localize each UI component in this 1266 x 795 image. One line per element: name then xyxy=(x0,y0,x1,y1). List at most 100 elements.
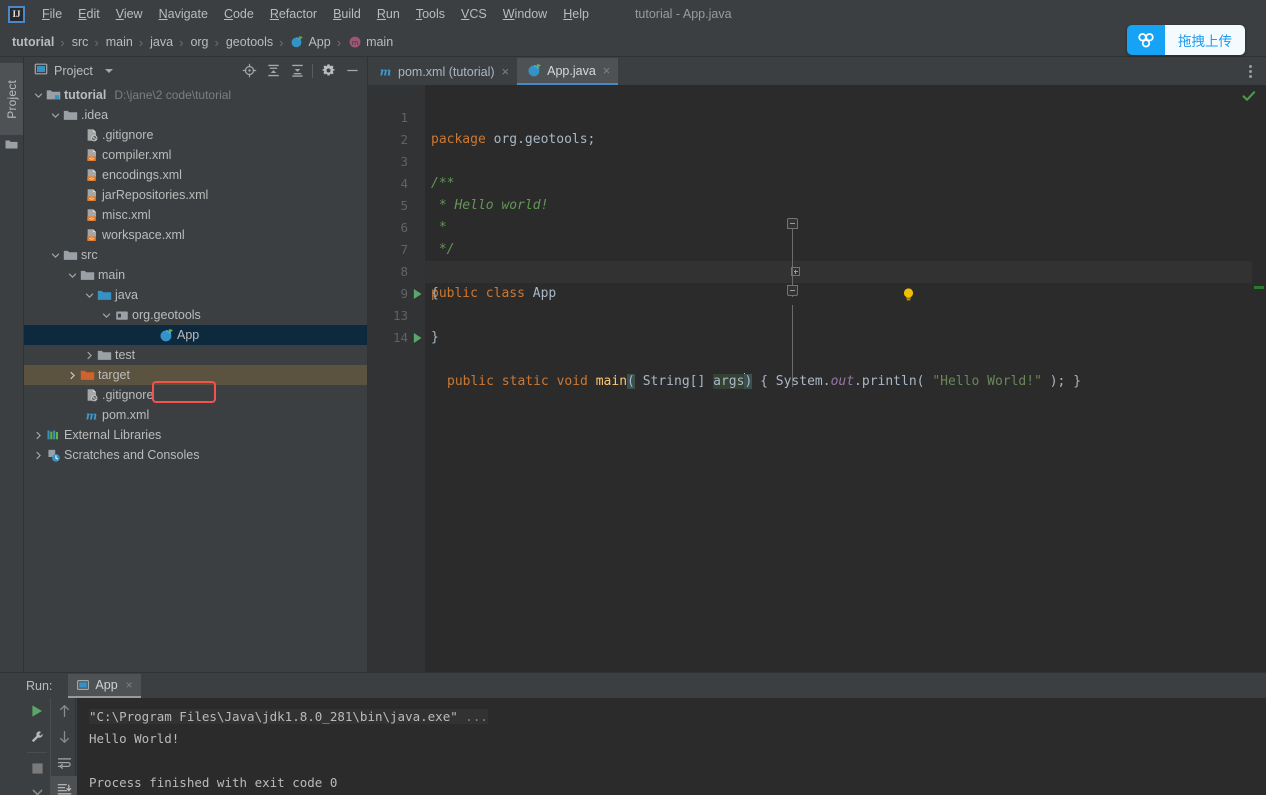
settings-gear-icon[interactable] xyxy=(316,59,340,83)
tree-node-misc-xml[interactable]: <> misc.xml xyxy=(24,205,368,225)
rerun-icon[interactable] xyxy=(24,698,50,724)
chevron-right-icon[interactable] xyxy=(32,445,45,465)
menu-code[interactable]: Code xyxy=(216,4,262,24)
settings-wrench-icon[interactable] xyxy=(24,724,50,750)
breadcrumb-geotools[interactable]: geotools xyxy=(224,33,274,51)
line-number: 14 xyxy=(392,330,408,345)
project-tool-window: Project tutorial D:\jane\2 code\tutorial… xyxy=(24,57,368,672)
excluded-folder-icon xyxy=(79,365,96,385)
editor-tab-app-java[interactable]: App.java × xyxy=(517,58,619,85)
tree-node-app[interactable]: App xyxy=(24,325,368,345)
project-root-icon xyxy=(45,85,62,105)
chevron-down-icon[interactable] xyxy=(49,245,62,265)
tree-node-external-libraries[interactable]: External Libraries xyxy=(24,425,368,445)
tree-node-pom-xml[interactable]: m pom.xml xyxy=(24,405,368,425)
code-line-7: 7 public class App xyxy=(368,217,1266,301)
menu-edit[interactable]: Edit xyxy=(70,4,108,24)
chevron-down-icon[interactable] xyxy=(49,105,62,125)
tree-node-encodings-xml[interactable]: <> encodings.xml xyxy=(24,165,368,185)
run-panel-label: Run: xyxy=(26,678,53,693)
tree-node-workspace-xml[interactable]: <> workspace.xml xyxy=(24,225,368,245)
menu-tools[interactable]: Tools xyxy=(408,4,453,24)
menu-file[interactable]: File xyxy=(34,4,70,24)
breadcrumb-label: org xyxy=(190,35,209,49)
breadcrumb-src[interactable]: src xyxy=(70,33,90,51)
tree-node-label: encodings.xml xyxy=(102,168,182,182)
select-opened-file-icon[interactable] xyxy=(237,59,261,83)
console-command-line: "C:\Program Files\Java\jdk1.8.0_281\bin\… xyxy=(89,706,1266,728)
breadcrumb-org[interactable]: org xyxy=(188,33,209,51)
fold-expand-icon[interactable] xyxy=(791,267,800,276)
tree-node-compiler-xml[interactable]: <> compiler.xml xyxy=(24,145,368,165)
chevron-right-icon[interactable] xyxy=(83,345,96,365)
param-type: String[] xyxy=(642,374,706,389)
code-line-14: 14 xyxy=(368,305,1266,345)
tree-node-main[interactable]: main xyxy=(24,265,368,285)
menu-refactor[interactable]: Refactor xyxy=(262,4,325,24)
inspection-ok-check-icon[interactable] xyxy=(1242,89,1256,103)
intention-bulb-icon[interactable] xyxy=(808,265,914,301)
tree-node-tutorial[interactable]: tutorial D:\jane\2 code\tutorial xyxy=(24,85,368,105)
breadcrumb-main[interactable]: main xyxy=(104,33,134,51)
scroll-to-end-icon[interactable] xyxy=(51,776,77,795)
menu-help[interactable]: Help xyxy=(555,4,597,24)
paren-close-highlight: ) xyxy=(744,374,753,389)
code-editor[interactable]: 1 package org.geotools; 2 3 /** 4 * Hell… xyxy=(368,85,1266,700)
run-console-output[interactable]: "C:\Program Files\Java\jdk1.8.0_281\bin\… xyxy=(77,698,1266,795)
menu-run[interactable]: Run xyxy=(369,4,408,24)
breadcrumb-main-method[interactable]: m main xyxy=(346,33,394,51)
tree-node-label: target xyxy=(98,368,130,382)
chevron-down-icon[interactable] xyxy=(100,305,113,325)
chevron-down-icon[interactable] xyxy=(66,265,79,285)
expand-all-icon[interactable] xyxy=(261,59,285,83)
project-panel-toolbar xyxy=(237,57,364,84)
stop-icon[interactable] xyxy=(24,755,50,781)
tree-node-org-geotools[interactable]: org.geotools xyxy=(24,305,368,325)
breadcrumb-java[interactable]: java xyxy=(148,33,174,51)
menu-vcs[interactable]: VCS xyxy=(453,4,495,24)
code-line-5: 5 * xyxy=(368,173,1266,235)
breadcrumb-tutorial[interactable]: tutorial xyxy=(10,33,55,51)
up-arrow-icon[interactable] xyxy=(51,698,77,724)
tree-node-idea[interactable]: .idea xyxy=(24,105,368,125)
editor-tab-bar: m pom.xml (tutorial) × App.java × xyxy=(368,57,1266,85)
tree-node-test[interactable]: test xyxy=(24,345,368,365)
breadcrumb-app-class[interactable]: App xyxy=(288,33,331,51)
editor-tab-pom-xml[interactable]: m pom.xml (tutorial) × xyxy=(368,58,517,85)
brace-open: { xyxy=(760,374,768,389)
chevron-down-icon[interactable] xyxy=(32,85,45,105)
chevron-down-icon[interactable] xyxy=(83,285,96,305)
tree-node-root-gitignore[interactable]: .gitignore xyxy=(24,385,368,405)
menu-navigate[interactable]: Navigate xyxy=(151,4,216,24)
menu-view[interactable]: View xyxy=(108,4,151,24)
tool-stripe-project-tab[interactable]: Project xyxy=(0,63,23,135)
run-tool-window: Run: App × "C:\Program Files\Java\jdk1.8… xyxy=(0,672,1266,795)
close-icon[interactable] xyxy=(24,781,50,795)
tree-node-scratches-consoles[interactable]: Scratches and Consoles xyxy=(24,445,368,465)
menu-window[interactable]: Window xyxy=(495,4,555,24)
error-stripe-mark[interactable] xyxy=(1254,286,1264,289)
tree-node-java[interactable]: java xyxy=(24,285,368,305)
collapse-all-icon[interactable] xyxy=(285,59,309,83)
hide-icon[interactable] xyxy=(340,59,364,83)
soft-wrap-icon[interactable] xyxy=(51,750,77,776)
tree-node-idea-gitignore[interactable]: .gitignore xyxy=(24,125,368,145)
error-stripe[interactable] xyxy=(1252,113,1266,700)
tree-node-jarrepositories-xml[interactable]: <> jarRepositories.xml xyxy=(24,185,368,205)
close-icon[interactable]: × xyxy=(603,64,611,77)
chevron-right-icon[interactable] xyxy=(32,425,45,445)
tree-node-target[interactable]: target xyxy=(24,365,368,385)
run-tab-app[interactable]: App × xyxy=(68,673,141,698)
intellij-logo-icon: IJ xyxy=(8,5,25,23)
project-view-selector[interactable]: Project xyxy=(34,62,113,79)
chevron-right-icon[interactable] xyxy=(66,365,79,385)
more-vertical-icon[interactable] xyxy=(1242,62,1258,80)
close-icon[interactable]: × xyxy=(126,678,133,692)
param-name-args: args xyxy=(713,374,745,389)
menu-build[interactable]: Build xyxy=(325,4,369,24)
project-tree[interactable]: tutorial D:\jane\2 code\tutorial .idea .… xyxy=(24,85,368,672)
drag-upload-button[interactable]: 拖拽上传 xyxy=(1127,25,1245,55)
tree-node-src[interactable]: src xyxy=(24,245,368,265)
close-icon[interactable]: × xyxy=(502,65,510,78)
down-arrow-icon[interactable] xyxy=(51,724,77,750)
